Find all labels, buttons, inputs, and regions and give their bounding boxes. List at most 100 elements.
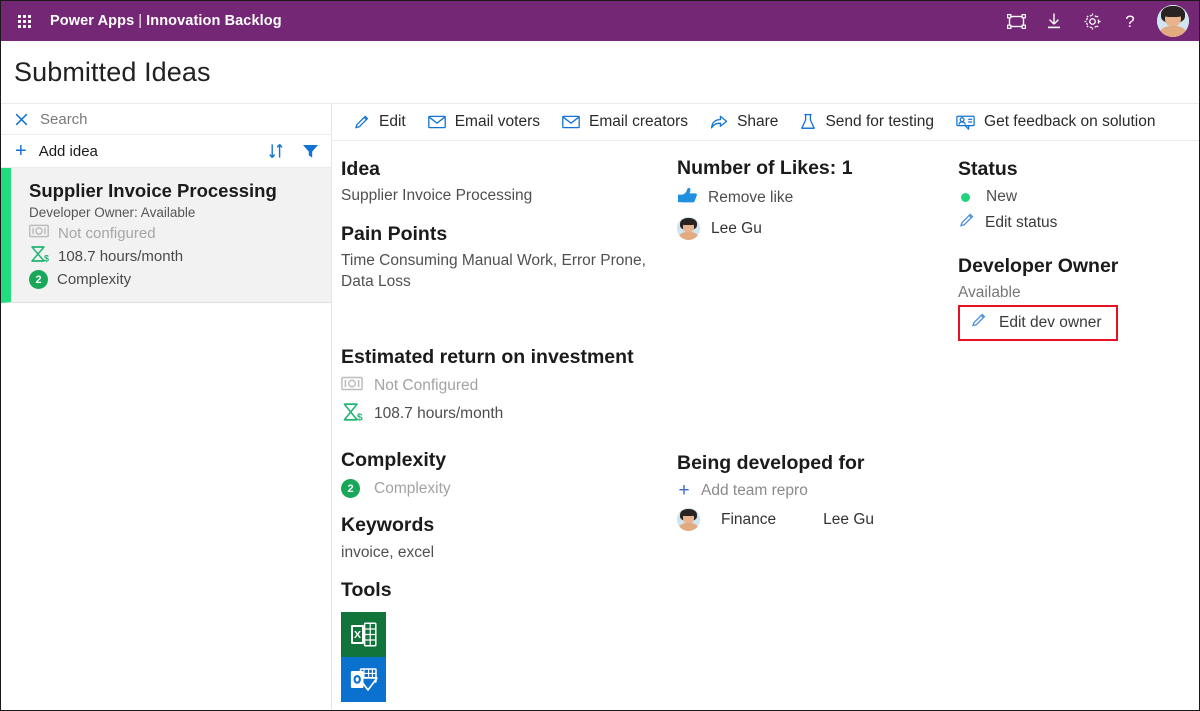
plus-icon: + — [678, 480, 690, 501]
edit-dev-owner-button[interactable]: Edit dev owner — [958, 304, 1118, 341]
detail-column-likes: Number of Likes: 1 Remove like Lee Gu Be… — [677, 157, 958, 710]
edit-status-button[interactable]: Edit status — [958, 212, 1199, 234]
edit-dev-owner-label: Edit dev owner — [999, 313, 1102, 331]
search-input[interactable]: Search — [1, 104, 331, 135]
brand-app-name: Innovation Backlog — [146, 13, 282, 29]
complexity-row: 2 Complexity — [341, 479, 677, 499]
suite-brand[interactable]: Power Apps | Innovation Backlog — [50, 13, 282, 29]
help-icon[interactable]: ? — [1111, 1, 1149, 41]
svg-text:X: X — [354, 628, 361, 640]
page-title-bar: Submitted Ideas — [1, 41, 1199, 104]
edit-button[interactable]: Edit — [342, 104, 417, 140]
email-voters-button[interactable]: Email voters — [417, 104, 551, 140]
avatar — [677, 508, 700, 531]
keywords-heading: Keywords — [341, 514, 435, 537]
tools-tiles: X — [341, 611, 677, 702]
pain-points-value: Time Consuming Manual Work, Error Prone,… — [341, 252, 646, 290]
brand-separator: | — [138, 13, 143, 29]
remove-like-button[interactable]: Remove like — [677, 186, 958, 209]
detail-body: Idea Supplier Invoice Processing Pain Po… — [332, 141, 1199, 710]
fullscreen-icon[interactable] — [997, 1, 1035, 41]
app-launcher-waffle-icon[interactable] — [9, 1, 39, 41]
get-feedback-button[interactable]: Get feedback on solution — [945, 104, 1166, 140]
developer-owner-value: Available — [958, 283, 1021, 301]
table-row: Finance Lee Gu — [677, 508, 958, 531]
add-idea-button[interactable]: + Add idea — [15, 141, 98, 161]
idea-roi-hours-row: $ 108.7 hours/month — [29, 245, 319, 267]
envelope-icon — [562, 115, 580, 129]
pain-points-heading: Pain Points — [341, 222, 448, 245]
roi-money-value: Not Configured — [374, 376, 479, 394]
idea-value: Supplier Invoice Processing — [341, 187, 533, 205]
edit-label: Edit — [379, 113, 406, 130]
avatar — [677, 217, 700, 240]
share-label: Share — [737, 113, 779, 130]
being-developed-heading: Being developed for — [677, 452, 865, 474]
idea-title: Supplier Invoice Processing — [29, 180, 277, 201]
team-person: Lee Gu — [823, 510, 875, 528]
keywords-value: invoice, excel — [341, 543, 435, 561]
add-idea-label: Add idea — [38, 142, 98, 160]
share-icon — [710, 114, 728, 130]
outlook-icon[interactable] — [341, 656, 386, 702]
svg-text:?: ? — [1125, 12, 1134, 31]
complexity-heading: Complexity — [341, 448, 447, 471]
tools-heading: Tools — [341, 579, 392, 602]
list-item: Lee Gu — [677, 217, 958, 240]
share-button[interactable]: Share — [699, 104, 789, 140]
add-idea-row: + Add idea — [1, 135, 331, 168]
avatar-face — [1157, 5, 1189, 37]
roi-hours-value: 108.7 hours/month — [374, 405, 504, 423]
money-bill-icon — [341, 376, 363, 396]
page-title: Submitted Ideas — [14, 56, 211, 87]
status-heading: Status — [958, 158, 1018, 180]
close-x-icon[interactable] — [14, 112, 29, 127]
ideas-list-pane: Search + Add idea Supplier Invoice Proce… — [1, 104, 332, 710]
svg-text:$: $ — [357, 412, 363, 422]
email-creators-label: Email creators — [589, 113, 689, 130]
send-for-testing-button[interactable]: Send for testing — [789, 104, 945, 140]
detail-pane: Edit Email voters Email creators Share S… — [332, 104, 1199, 710]
gear-icon[interactable] — [1073, 1, 1111, 41]
list-item[interactable]: Supplier Invoice Processing Developer Ow… — [1, 168, 331, 304]
detail-column-status: Status New Edit status Developer Owner A… — [958, 157, 1199, 710]
email-creators-button[interactable]: Email creators — [551, 104, 699, 140]
developer-owner-heading: Developer Owner — [958, 255, 1119, 278]
get-feedback-label: Get feedback on solution — [984, 113, 1156, 130]
sort-icon[interactable] — [268, 142, 285, 160]
remove-like-label: Remove like — [708, 188, 794, 206]
feedback-person-icon — [956, 114, 975, 131]
plus-icon: + — [15, 140, 27, 162]
roi-heading: Estimated return on investment — [341, 345, 634, 368]
excel-icon[interactable]: X — [341, 611, 386, 657]
email-voters-label: Email voters — [454, 113, 540, 130]
idea-complexity-row: 2 Complexity — [29, 270, 319, 290]
detail-column-primary: Idea Supplier Invoice Processing Pain Po… — [332, 157, 677, 710]
team-name: Finance — [721, 510, 777, 528]
svg-text:$: $ — [44, 254, 49, 264]
idea-complexity-label: Complexity — [57, 271, 132, 289]
flask-icon — [800, 113, 816, 131]
brand-product: Power Apps — [50, 13, 135, 29]
idea-roi-hours: 108.7 hours/month — [58, 247, 184, 265]
roi-money-row: Not Configured — [341, 376, 677, 396]
download-icon[interactable] — [1035, 1, 1073, 41]
status-dot-icon — [961, 192, 970, 202]
filter-icon[interactable] — [302, 143, 319, 159]
add-team-repro-label: Add team repro — [701, 481, 808, 499]
suite-bar-actions: ? — [997, 1, 1189, 41]
add-team-repro-button[interactable]: + Add team repro — [677, 481, 958, 500]
suite-bar: Power Apps | Innovation Backlog ? — [1, 1, 1199, 41]
body-split: Search + Add idea Supplier Invoice Proce… — [1, 104, 1199, 710]
app-window: Power Apps | Innovation Backlog ? Submit… — [0, 0, 1200, 711]
idea-heading: Idea — [341, 158, 381, 180]
edit-status-label: Edit status — [985, 214, 1058, 232]
send-for-testing-label: Send for testing — [825, 113, 935, 130]
command-bar: Edit Email voters Email creators Share S… — [332, 104, 1199, 141]
envelope-icon — [427, 115, 446, 129]
user-avatar[interactable] — [1157, 5, 1189, 37]
search-placeholder: Search — [40, 110, 88, 128]
hourglass-dollar-icon: $ — [341, 402, 363, 427]
complexity-badge: 2 — [341, 479, 360, 499]
money-bill-icon — [29, 224, 49, 242]
